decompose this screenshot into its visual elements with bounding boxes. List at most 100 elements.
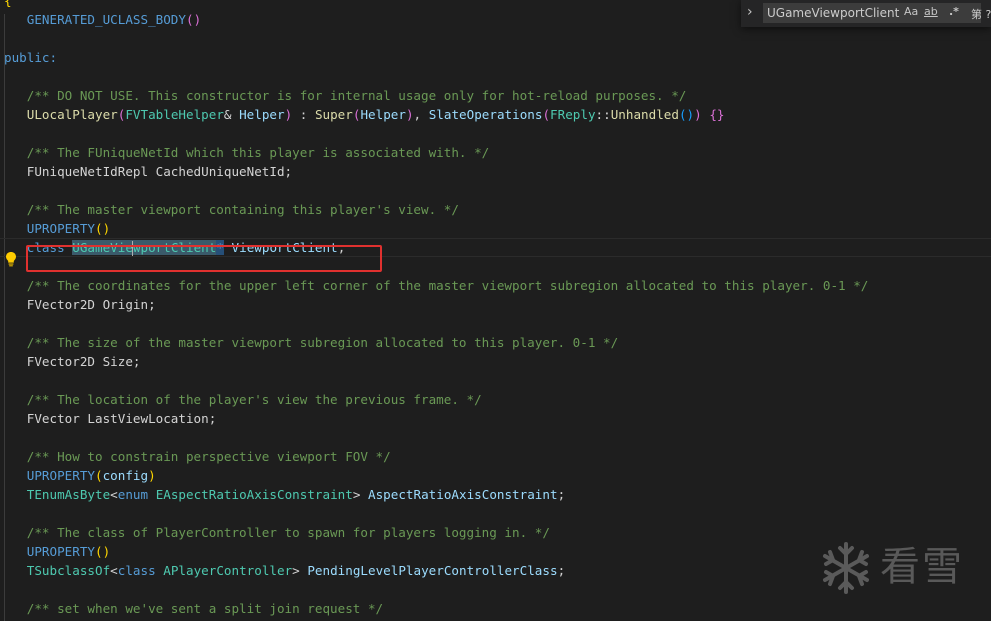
semicolon: ; bbox=[557, 563, 566, 578]
find-input[interactable] bbox=[767, 3, 901, 23]
paren: () bbox=[185, 12, 202, 27]
code-comment: /** set when we've sent a split join req… bbox=[26, 601, 384, 616]
chevron-right-icon[interactable]: › bbox=[747, 4, 753, 20]
size-declaration: FVector2D Size; bbox=[26, 354, 141, 369]
tenum-template: TEnumAsByte bbox=[26, 487, 111, 502]
paren: () bbox=[95, 221, 111, 236]
code-line[interactable] bbox=[4, 181, 991, 200]
angle: > bbox=[352, 487, 368, 502]
paren: () bbox=[95, 544, 111, 559]
code-comment: /** The coordinates for the upper left c… bbox=[26, 278, 869, 293]
constructor-name: ULocalPlayer bbox=[26, 107, 118, 122]
code-line[interactable] bbox=[4, 124, 991, 143]
whole-word-toggle[interactable]: ab bbox=[924, 5, 938, 18]
init-colon: : bbox=[292, 107, 315, 122]
macro-generated-body: GENERATED_UCLASS_BODY bbox=[26, 12, 186, 27]
pc-type: APlayerController bbox=[163, 563, 293, 578]
enum-keyword: enum bbox=[117, 487, 149, 502]
code-comment: /** How to constrain perspective viewpor… bbox=[26, 449, 391, 464]
semicolon: ; bbox=[337, 240, 346, 255]
find-results-count: 第 ? bbox=[971, 8, 991, 21]
paren: ( bbox=[542, 107, 551, 122]
code-line[interactable] bbox=[4, 504, 991, 523]
watermark: 看雪 bbox=[818, 538, 974, 600]
class-keyword: class bbox=[117, 563, 156, 578]
code-line[interactable]: TEnumAsByte<enum EAspectRatioAxisConstra… bbox=[4, 485, 991, 504]
pc-var: PendingLevelPlayerControllerClass bbox=[307, 563, 558, 578]
super-arg: Helper bbox=[360, 107, 406, 122]
code-line[interactable]: FVector2D Origin; bbox=[4, 295, 991, 314]
code-comment: /** The class of PlayerController to spa… bbox=[26, 525, 550, 540]
code-line[interactable]: FVector2D Size; bbox=[4, 352, 991, 371]
code-line[interactable]: /** DO NOT USE. This constructor is for … bbox=[4, 86, 991, 105]
code-line[interactable] bbox=[4, 314, 991, 333]
code-line[interactable]: /** The master viewport containing this … bbox=[4, 200, 991, 219]
code-line[interactable]: /** The coordinates for the upper left c… bbox=[4, 276, 991, 295]
viewport-client-type-a: UGameVie bbox=[72, 240, 133, 255]
code-comment: /** The size of the master viewport subr… bbox=[26, 335, 619, 350]
code-line[interactable]: FUniqueNetIdRepl CachedUniqueNetId; bbox=[4, 162, 991, 181]
super-call: Super bbox=[314, 107, 353, 122]
viewport-client-type-b: wportClient bbox=[132, 240, 217, 255]
code-line[interactable]: /** The size of the master viewport subr… bbox=[4, 333, 991, 352]
param-name: Helper bbox=[239, 107, 285, 122]
ref-symbol: & bbox=[223, 107, 240, 122]
paren: () bbox=[678, 107, 695, 122]
enum-type: EAspectRatioAxisConstraint bbox=[155, 487, 353, 502]
unhandled-call: Unhandled bbox=[610, 107, 679, 122]
find-field[interactable]: Aa ab .* 第 ? bbox=[763, 3, 991, 23]
comma: , bbox=[413, 107, 429, 122]
code-line[interactable]: /** The location of the player's view th… bbox=[4, 390, 991, 409]
code-line-current[interactable]: class UGameViewportClient* ViewportClien… bbox=[0, 238, 991, 257]
code-line[interactable]: UPROPERTY() bbox=[4, 219, 991, 238]
uproperty-macro: UPROPERTY bbox=[26, 221, 95, 236]
uproperty-macro: UPROPERTY bbox=[26, 544, 95, 559]
code-comment: /** The location of the player's view th… bbox=[26, 392, 482, 407]
uproperty-arg: config bbox=[102, 468, 149, 483]
code-line[interactable]: /** How to constrain perspective viewpor… bbox=[4, 447, 991, 466]
uproperty-macro: UPROPERTY bbox=[26, 468, 95, 483]
freply-type: FReply bbox=[550, 107, 596, 122]
code-line[interactable]: /** The FUniqueNetId which this player i… bbox=[4, 143, 991, 162]
class-keyword: class bbox=[26, 240, 65, 255]
paren: ) bbox=[694, 107, 702, 122]
match-case-toggle[interactable]: Aa bbox=[904, 5, 918, 18]
code-comment: /** The FUniqueNetId which this player i… bbox=[26, 145, 490, 160]
code-comment: /** DO NOT USE. This constructor is for … bbox=[26, 88, 687, 103]
code-editor[interactable]: { GENERATED_UCLASS_BODY() public: /** DO… bbox=[0, 0, 991, 621]
lightbulb-icon[interactable] bbox=[4, 251, 18, 267]
lastview-declaration: FVector LastViewLocation; bbox=[26, 411, 217, 426]
code-line[interactable]: public: bbox=[4, 48, 991, 67]
braces: {} bbox=[709, 107, 725, 122]
access-specifier: public: bbox=[4, 50, 58, 65]
code-line[interactable]: FVector LastViewLocation; bbox=[4, 409, 991, 428]
origin-declaration: FVector2D Origin; bbox=[26, 297, 156, 312]
code-line[interactable]: UPROPERTY(config) bbox=[4, 466, 991, 485]
code-line[interactable] bbox=[4, 257, 991, 276]
enum-var: AspectRatioAxisConstraint bbox=[368, 487, 558, 502]
paren: ) bbox=[148, 468, 156, 483]
code-line[interactable] bbox=[4, 371, 991, 390]
angle: > bbox=[292, 563, 308, 578]
brace-open: { bbox=[4, 0, 12, 8]
code-line[interactable] bbox=[4, 67, 991, 86]
semicolon: ; bbox=[557, 487, 566, 502]
slate-member: SlateOperations bbox=[428, 107, 543, 122]
snowflake-icon bbox=[823, 542, 869, 594]
regex-toggle[interactable]: .* bbox=[949, 5, 959, 18]
code-line[interactable] bbox=[4, 428, 991, 447]
code-line[interactable]: /** set when we've sent a split join req… bbox=[4, 599, 991, 618]
find-widget[interactable]: › Aa ab .* 第 ? bbox=[741, 0, 991, 27]
angle: < bbox=[110, 563, 118, 578]
code-line[interactable]: ULocalPlayer (FVTableHelper& Helper) : Su… bbox=[4, 105, 991, 124]
tsubclass-template: TSubclassOf bbox=[26, 563, 111, 578]
code-comment: /** The master viewport containing this … bbox=[26, 202, 459, 217]
pointer-symbol: * bbox=[216, 240, 224, 255]
scope-op: :: bbox=[595, 107, 611, 122]
code-line[interactable] bbox=[4, 29, 991, 48]
angle: < bbox=[110, 487, 118, 502]
code-lines[interactable]: { GENERATED_UCLASS_BODY() public: /** DO… bbox=[0, 0, 991, 618]
paren: ( bbox=[95, 468, 103, 483]
paren: ) bbox=[405, 107, 414, 122]
